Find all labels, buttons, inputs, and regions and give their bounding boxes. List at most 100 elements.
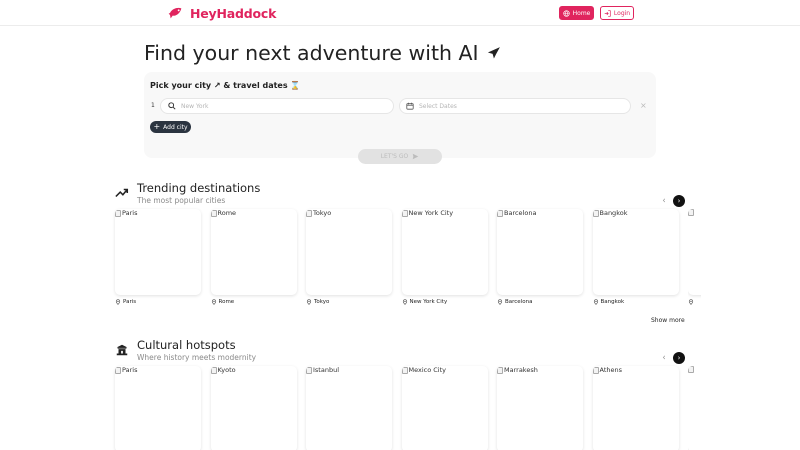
destination-image[interactable]: Istanbul xyxy=(306,366,392,450)
calendar-icon xyxy=(406,102,414,110)
destination-image[interactable]: Rome xyxy=(210,209,297,295)
logo[interactable]: HeyHaddock xyxy=(168,5,276,21)
broken-image-icon: Athens xyxy=(592,366,623,374)
lets-go-button[interactable]: LET'S GO xyxy=(358,149,442,164)
image-alt-text: Paris xyxy=(122,209,138,217)
show-more-link[interactable]: Show more xyxy=(651,317,685,324)
add-city-button[interactable]: + Add city xyxy=(150,121,191,133)
image-alt-text: New York City xyxy=(408,209,454,217)
broken-image-icon: New York City xyxy=(401,209,454,217)
destination-image[interactable]: Marrakesh xyxy=(497,366,583,450)
destination-name: Paris xyxy=(123,299,137,305)
destination-card[interactable]: Istanbul xyxy=(306,366,392,450)
location-pin-icon xyxy=(593,299,598,305)
broken-image-icon: Paris xyxy=(115,209,137,217)
dates-placeholder: Select Dates xyxy=(419,102,457,110)
image-alt-text: Istanbul xyxy=(313,366,340,374)
home-button[interactable]: Home xyxy=(559,6,594,20)
destination-card[interactable]: Mexico City xyxy=(401,366,488,450)
destination-card[interactable]: Athens xyxy=(592,366,679,450)
remove-row-button[interactable]: × xyxy=(640,101,647,110)
cultural-title: Cultural hotspots xyxy=(137,338,236,352)
destination-name: Tokyo xyxy=(314,299,330,305)
destination-image[interactable]: Bangkok xyxy=(592,209,679,295)
cultural-prev-button[interactable]: ‹ xyxy=(659,353,669,363)
destination-image[interactable]: New York City xyxy=(401,209,488,295)
destination-card[interactable]: Kyoto xyxy=(210,366,297,450)
destination-card[interactable]: Bangkok Bangkok xyxy=(592,209,679,306)
destination-label: Bangkok xyxy=(593,298,679,306)
destination-card[interactable] xyxy=(688,366,701,450)
destination-image[interactable]: Mexico City xyxy=(401,366,488,450)
city-input[interactable]: New York xyxy=(160,98,394,114)
destination-label: New York City xyxy=(402,298,488,306)
destination-card[interactable]: New York City New York City xyxy=(401,209,488,306)
destination-label: Barcelona xyxy=(497,298,583,306)
search-icon xyxy=(168,102,176,110)
destination-label xyxy=(688,298,701,306)
image-alt-text: Barcelona xyxy=(504,209,537,217)
destination-card[interactable]: Barcelona Barcelona xyxy=(497,209,583,306)
destination-card[interactable]: Tokyo Tokyo xyxy=(306,209,392,306)
broken-image-icon: Istanbul xyxy=(306,366,339,374)
broken-image-icon: Kyoto xyxy=(210,366,236,374)
location-pin-icon xyxy=(211,299,216,305)
trending-up-icon xyxy=(115,188,129,198)
location-pin-icon xyxy=(115,299,121,305)
broken-image-icon xyxy=(688,209,694,216)
destination-card[interactable]: Marrakesh xyxy=(497,366,583,450)
temple-icon xyxy=(116,344,128,356)
login-icon xyxy=(604,9,611,17)
lets-go-label: LET'S GO xyxy=(380,153,409,160)
page-title-text: Find your next adventure with AI xyxy=(144,41,479,65)
destination-image[interactable]: Paris xyxy=(115,209,201,295)
destination-name: Barcelona xyxy=(505,299,533,305)
row-number: 1 xyxy=(151,102,155,109)
destination-label: Tokyo xyxy=(306,298,392,306)
destination-image[interactable]: Athens xyxy=(592,366,679,450)
broken-image-icon: Bangkok xyxy=(592,209,628,217)
destination-label: Rome xyxy=(211,298,297,306)
image-alt-text: Athens xyxy=(599,366,623,374)
destination-card[interactable]: Rome Rome xyxy=(210,209,297,306)
destination-card[interactable]: Paris Paris xyxy=(115,209,201,306)
fish-logo-icon xyxy=(168,7,182,19)
destination-name: Rome xyxy=(218,299,235,305)
dates-input[interactable]: Select Dates xyxy=(399,98,631,114)
globe-icon xyxy=(562,9,570,17)
location-pin-icon xyxy=(306,299,312,305)
image-alt-text: Marrakesh xyxy=(504,366,538,374)
trending-subtitle: The most popular cities xyxy=(137,196,226,205)
image-alt-text: Mexico City xyxy=(408,366,447,374)
destination-image[interactable]: Tokyo xyxy=(306,209,392,295)
trending-next-button[interactable]: › xyxy=(673,195,685,207)
broken-image-icon: Paris xyxy=(115,366,137,374)
broken-image-icon: Marrakesh xyxy=(497,366,538,374)
login-label: Login xyxy=(613,9,631,17)
destination-card[interactable] xyxy=(688,209,701,306)
destination-image[interactable]: Paris xyxy=(115,366,201,450)
destination-name: Bangkok xyxy=(600,299,625,305)
destination-name: New York City xyxy=(409,299,448,305)
destination-image[interactable]: Kyoto xyxy=(210,366,297,450)
image-alt-text: Bangkok xyxy=(599,209,628,217)
brand-name: HeyHaddock xyxy=(190,5,277,21)
cultural-next-button[interactable]: › xyxy=(673,352,685,364)
location-pin-icon xyxy=(402,299,407,305)
send-icon xyxy=(412,153,419,160)
destination-image[interactable]: Barcelona xyxy=(497,209,583,295)
top-bar: HeyHaddock Home Login xyxy=(0,0,800,26)
trending-prev-button[interactable]: ‹ xyxy=(659,196,669,206)
login-button[interactable]: Login xyxy=(600,6,634,20)
destination-card[interactable]: Paris xyxy=(115,366,201,450)
broken-image-icon xyxy=(688,366,694,373)
destination-image[interactable] xyxy=(688,209,701,295)
trending-title: Trending destinations xyxy=(137,181,261,195)
image-alt-text: Tokyo xyxy=(313,209,332,217)
add-city-label: Add city xyxy=(163,123,188,131)
cultural-subtitle: Where history meets modernity xyxy=(137,353,257,362)
destination-label: Paris xyxy=(115,298,201,306)
plus-icon: + xyxy=(153,122,161,131)
destination-image[interactable] xyxy=(688,366,701,450)
image-alt-text: Kyoto xyxy=(217,366,236,374)
